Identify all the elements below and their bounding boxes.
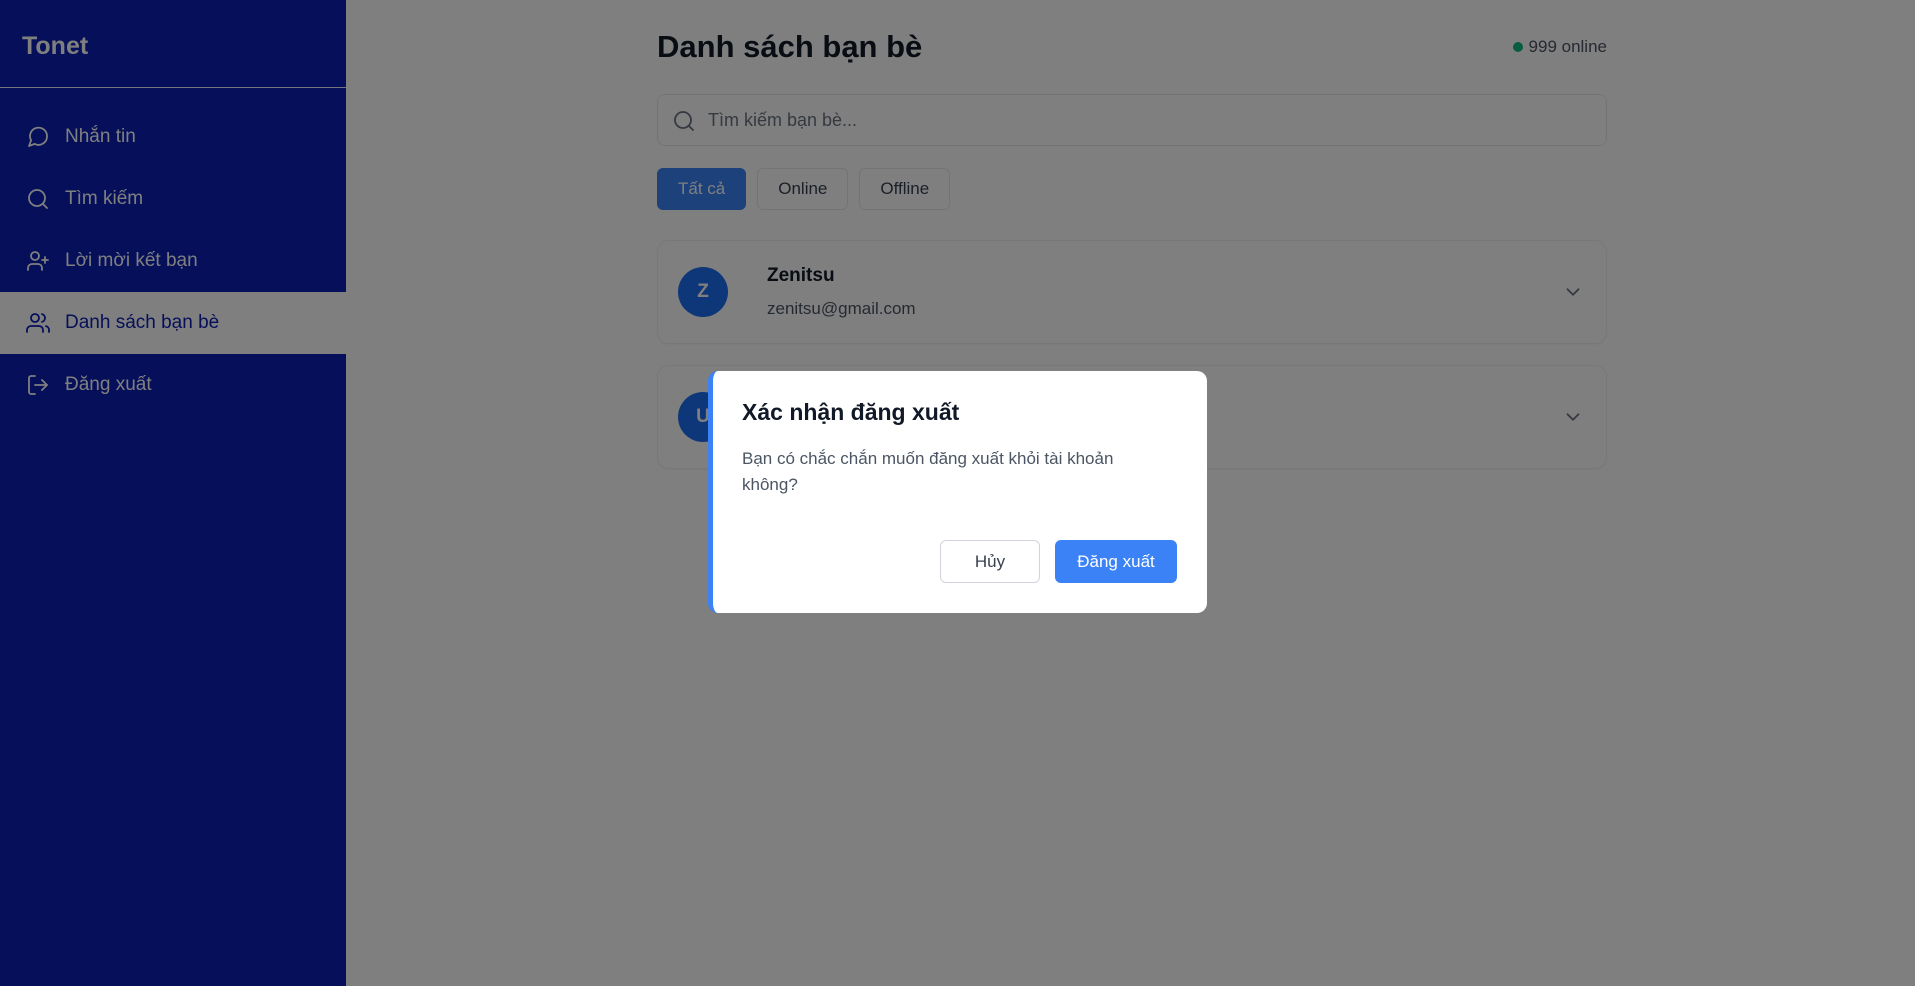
logout-confirm-dialog: Xác nhận đăng xuất Bạn có chắc chắn muốn… <box>708 371 1207 613</box>
app-root: Tonet Nhắn tin Tìm kiếm Lời mời kết bạn <box>0 0 1915 986</box>
dialog-title: Xác nhận đăng xuất <box>742 399 960 425</box>
confirm-logout-button[interactable]: Đăng xuất <box>1055 540 1177 583</box>
dialog-actions: Hủy Đăng xuất <box>940 540 1177 583</box>
dialog-message: Bạn có chắc chắn muốn đăng xuất khỏi tài… <box>742 449 1114 494</box>
cancel-button[interactable]: Hủy <box>940 540 1040 583</box>
